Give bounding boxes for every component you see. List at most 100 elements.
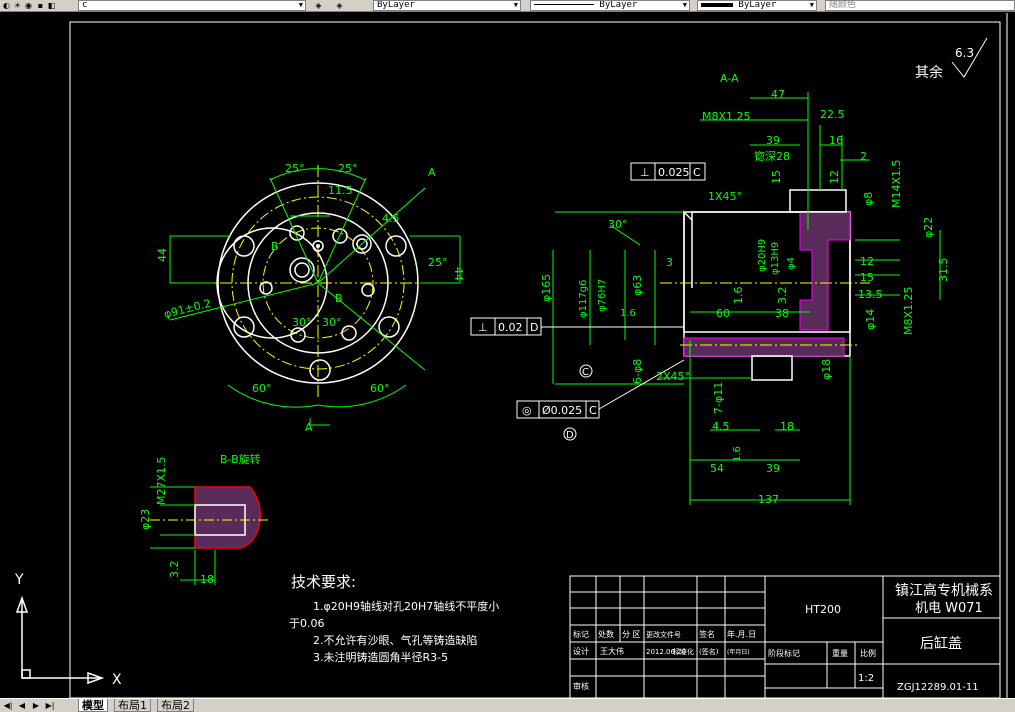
lineweight-dropdown[interactable]: ByLayer ▼ bbox=[697, 0, 817, 11]
section-label: A-A bbox=[720, 72, 739, 85]
roughness-value: 6.3 bbox=[955, 46, 974, 60]
sign-label: (签名) bbox=[699, 647, 719, 656]
dim-15b: 15 bbox=[860, 271, 874, 284]
tab-layout1[interactable]: 布局1 bbox=[114, 699, 151, 712]
material: HT200 bbox=[805, 603, 841, 616]
tol-ref-1: C bbox=[693, 166, 701, 179]
dim-phi18: φ18 bbox=[820, 359, 833, 380]
last-tab-icon[interactable]: ▶| bbox=[44, 700, 56, 712]
dim-16: 16 bbox=[829, 134, 843, 147]
make-current-layer-icon[interactable]: ◈ bbox=[314, 1, 323, 10]
bb-hatch bbox=[194, 486, 261, 549]
tab-model[interactable]: 模型 bbox=[78, 699, 108, 712]
dim-54: 54 bbox=[710, 462, 724, 475]
model-space-background bbox=[0, 13, 1015, 698]
dim-25a: 25° bbox=[285, 162, 305, 175]
dim-30a: 30° bbox=[292, 316, 312, 329]
perp-symbol: ⊥ bbox=[478, 321, 488, 334]
layer-state-icon[interactable]: ◐ bbox=[2, 1, 11, 10]
stage-label: 阶段标记 bbox=[768, 648, 800, 658]
dim-chamfer: 1X45° bbox=[708, 190, 742, 203]
layer-value: c bbox=[82, 0, 88, 10]
rough-1-6b: 1.6 bbox=[620, 308, 636, 319]
dim-7-phi11: 7-φ11 bbox=[712, 382, 725, 414]
plotstyle-dropdown[interactable]: 随颜色 bbox=[825, 0, 1015, 11]
lineweight-value: ByLayer bbox=[738, 0, 777, 10]
chevron-down-icon: ▼ bbox=[513, 1, 518, 9]
dim-25b: 25° bbox=[338, 162, 358, 175]
dim-38: 38 bbox=[775, 307, 789, 320]
dim-4-5: 4.5 bbox=[382, 212, 400, 225]
dim-39: 39 bbox=[766, 134, 780, 147]
dim-phi23: φ23 bbox=[139, 509, 152, 530]
dim-3-2: 3.2 bbox=[168, 561, 181, 579]
dim-13-5: 13.5 bbox=[858, 288, 883, 301]
school-name: 镇江高专机械系 bbox=[895, 582, 993, 599]
dim-60-left: 60° bbox=[252, 382, 272, 395]
tab-layout2[interactable]: 布局2 bbox=[157, 699, 194, 712]
dim-phi22: φ22 bbox=[922, 217, 935, 238]
concentric-symbol: ◎ bbox=[522, 404, 532, 417]
sun-icon[interactable]: ☀ bbox=[13, 1, 22, 10]
row-label-sign: 签名 bbox=[699, 629, 715, 639]
scale-label: 比例 bbox=[860, 648, 876, 658]
label-a-bottom: A bbox=[305, 421, 313, 434]
part-name: 后缸盖 bbox=[920, 635, 962, 652]
dim-phi8: φ8 bbox=[862, 192, 875, 206]
dim-44-right: 44 bbox=[452, 267, 465, 281]
row-label-date: 年.月.日 bbox=[727, 629, 756, 639]
dim-11-5: 11.5 bbox=[328, 184, 353, 197]
tol-value-2: 0.02 bbox=[498, 321, 523, 334]
dim-m8-lower: M8X1.25 bbox=[902, 286, 915, 335]
layer-dropdown[interactable]: c ▼ bbox=[78, 0, 306, 11]
dim-60: 60 bbox=[716, 307, 730, 320]
tol-value-1: 0.025 bbox=[658, 166, 690, 179]
dim-4-5s: 4.5 bbox=[712, 420, 730, 433]
label-a-top: A bbox=[428, 166, 436, 179]
dim-30b: 30° bbox=[322, 316, 342, 329]
plotstyle-value: 随颜色 bbox=[829, 0, 857, 10]
dim-25-right: 25° bbox=[428, 256, 448, 269]
dim-phi20h9: φ20H9 bbox=[757, 239, 768, 272]
rough-1-6c: 1.6 bbox=[732, 446, 743, 462]
row-label-mark: 标记 bbox=[573, 629, 589, 639]
dim-18: 18 bbox=[780, 420, 794, 433]
review-label: 审核 bbox=[573, 681, 589, 691]
dim-m8: M8X1.25 bbox=[702, 110, 751, 123]
dim-47: 47 bbox=[771, 88, 785, 101]
first-tab-icon[interactable]: ◀| bbox=[2, 700, 14, 712]
chevron-down-icon: ▼ bbox=[682, 1, 687, 9]
color-dropdown[interactable]: ByLayer ▼ bbox=[373, 0, 521, 11]
dim-30deg: 30° bbox=[608, 218, 628, 231]
dim-12b: 12 bbox=[860, 255, 874, 268]
dim-60-right: 60° bbox=[370, 382, 390, 395]
dim-18-bb: 18 bbox=[200, 573, 214, 586]
layer-color-icon[interactable]: ◧ bbox=[47, 1, 56, 10]
dim-22-5: 22.5 bbox=[820, 108, 845, 121]
next-tab-icon[interactable]: ▶ bbox=[30, 700, 42, 712]
tech-line-1b: 于0.06 bbox=[289, 617, 325, 630]
prev-tab-icon[interactable]: ◀ bbox=[16, 700, 28, 712]
linetype-dropdown[interactable]: ByLayer ▼ bbox=[530, 0, 690, 11]
dim-phi13: φ13H9 bbox=[770, 242, 781, 275]
datum-d: D bbox=[566, 430, 574, 441]
tol-ref-2: D bbox=[530, 321, 538, 334]
dim-44-left: 44 bbox=[156, 248, 169, 262]
layer-freeze-icon[interactable]: ◉ bbox=[24, 1, 33, 10]
linetype-value: ByLayer bbox=[599, 0, 638, 10]
layer-previous-icon[interactable]: ◈ bbox=[335, 1, 344, 10]
rough-3-2: 3.2 bbox=[776, 287, 789, 305]
drawing-canvas[interactable]: 其余 6.3 25° 25° 11.5 44 44 25° φ91±0.2 30… bbox=[0, 13, 1015, 698]
class-name: 机电 W071 bbox=[915, 601, 983, 616]
layer-lock-icon[interactable]: ▪ bbox=[36, 1, 45, 10]
dim-counterbore: 锪深28 bbox=[754, 150, 790, 163]
tech-title: 技术要求: bbox=[291, 573, 356, 591]
dim-phi14: φ14 bbox=[864, 309, 877, 330]
tol-ref-3: C bbox=[589, 404, 597, 417]
dim-phi63: φ63 bbox=[631, 275, 644, 296]
layout-tabs-bar: ◀| ◀ ▶ ▶| 模型 布局1 布局2 bbox=[0, 698, 1015, 712]
chevron-down-icon: ▼ bbox=[298, 1, 303, 9]
ucs-x-label: X bbox=[112, 672, 122, 688]
label-b-top: B bbox=[271, 240, 279, 253]
ucs-y-label: Y bbox=[14, 572, 24, 588]
